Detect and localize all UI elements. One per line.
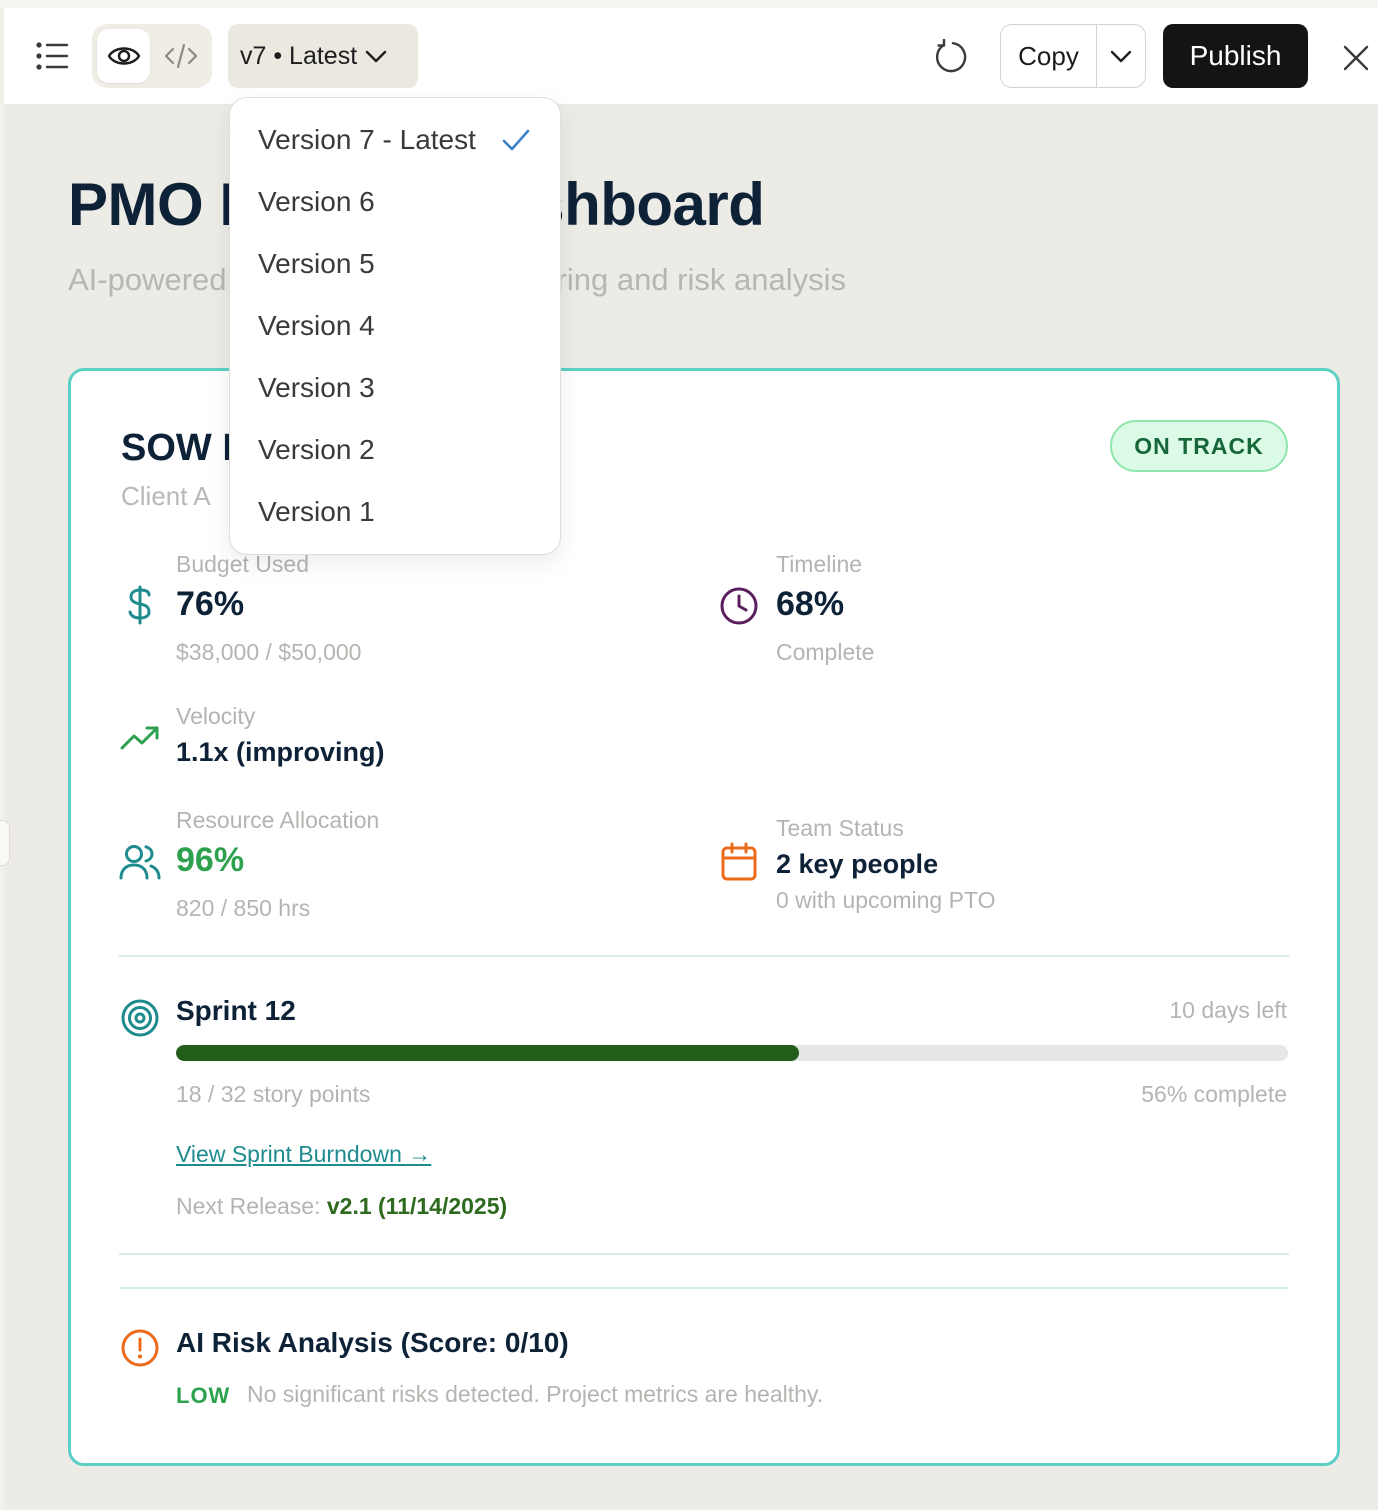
users-icon	[119, 841, 161, 883]
resources-value: 96%	[176, 841, 245, 879]
toolbar: v7 • Latest Copy Publish	[4, 8, 1378, 104]
sprint-percent: 56% complete	[1141, 1081, 1287, 1107]
sprint-progress-fill	[176, 1045, 799, 1061]
divider	[119, 955, 1289, 957]
budget-label: Budget Used	[176, 551, 309, 577]
calendar-icon	[718, 841, 760, 883]
copy-options-button[interactable]	[1097, 25, 1145, 87]
timeline-label: Timeline	[776, 551, 863, 577]
release-value: v2.1 (11/14/2025)	[326, 1193, 508, 1219]
copy-button[interactable]: Copy	[1001, 25, 1097, 87]
timeline-sub: Complete	[776, 639, 875, 665]
close-icon	[1343, 45, 1369, 71]
sprint-progress-bar	[176, 1045, 1288, 1061]
refresh-button[interactable]	[928, 34, 974, 80]
refresh-icon	[935, 39, 967, 73]
team-sub: 0 with upcoming PTO	[776, 887, 996, 913]
check-icon	[502, 129, 530, 151]
sprint-days-left: 10 days left	[1169, 997, 1287, 1023]
risk-level: LOW	[176, 1383, 231, 1408]
card-title: SOW I	[121, 427, 233, 469]
trending-up-icon	[119, 717, 161, 759]
code-icon	[164, 43, 197, 69]
velocity-value: 1.1x (improving)	[176, 737, 385, 767]
budget-sub: $38,000 / $50,000	[176, 639, 362, 665]
window-top-strip	[0, 0, 1378, 8]
divider	[119, 1253, 1289, 1255]
version-selector-button[interactable]: v7 • Latest	[228, 24, 418, 88]
chevron-down-icon	[1110, 50, 1132, 63]
version-menu-item[interactable]: Version 6	[230, 171, 560, 233]
risk-description: No significant risks detected. Project m…	[247, 1381, 824, 1407]
team-label: Team Status	[776, 815, 904, 841]
alert-circle-icon	[119, 1327, 161, 1369]
clock-icon	[718, 585, 760, 627]
chevron-down-icon	[365, 50, 387, 63]
view-burndown-link[interactable]: View Sprint Burndown →	[176, 1141, 431, 1168]
menu-button[interactable]	[32, 36, 72, 76]
sprint-title: Sprint 12	[176, 995, 296, 1026]
budget-value: 76%	[176, 585, 245, 623]
timeline-value: 68%	[776, 585, 845, 623]
dollar-icon	[119, 584, 161, 626]
view-toggle	[92, 24, 212, 88]
resources-label: Resource Allocation	[176, 807, 380, 833]
preview-toggle-button[interactable]	[97, 29, 150, 83]
divider	[119, 1287, 1289, 1289]
version-dropdown-menu: Version 7 - Latest Version 6 Version 5 V…	[229, 97, 561, 555]
version-menu-item[interactable]: Version 4	[230, 295, 560, 357]
velocity-label: Velocity	[176, 703, 256, 729]
publish-button[interactable]: Publish	[1163, 24, 1308, 88]
version-menu-item[interactable]: Version 5	[230, 233, 560, 295]
next-release: Next Release: v2.1 (11/14/2025)	[176, 1193, 507, 1220]
version-selector-label: v7 • Latest	[240, 41, 358, 70]
risk-title: AI Risk Analysis (Score: 0/10)	[176, 1327, 569, 1358]
resize-handle[interactable]	[0, 820, 10, 866]
list-icon	[36, 42, 69, 70]
card-client: Client A	[121, 481, 211, 511]
version-menu-item[interactable]: Version 3	[230, 357, 560, 419]
target-icon	[119, 997, 161, 1039]
code-toggle-button[interactable]	[154, 29, 207, 83]
eye-icon	[107, 47, 140, 65]
status-badge: ON TRACK	[1110, 420, 1288, 472]
version-menu-item[interactable]: Version 2	[230, 419, 560, 481]
close-button[interactable]	[1336, 38, 1376, 78]
resources-sub: 820 / 850 hrs	[176, 895, 311, 921]
team-value: 2 key people	[776, 849, 939, 879]
preview-area: PMO I Dashboard AI-powered ring and risk a…	[4, 104, 1378, 1510]
release-label: Next Release:	[176, 1193, 321, 1219]
version-menu-item[interactable]: Version 7 - Latest	[230, 109, 560, 171]
sprint-story-points: 18 / 32 story points	[176, 1081, 371, 1107]
version-menu-item[interactable]: Version 1	[230, 481, 560, 543]
copy-button-group: Copy	[1000, 24, 1146, 88]
